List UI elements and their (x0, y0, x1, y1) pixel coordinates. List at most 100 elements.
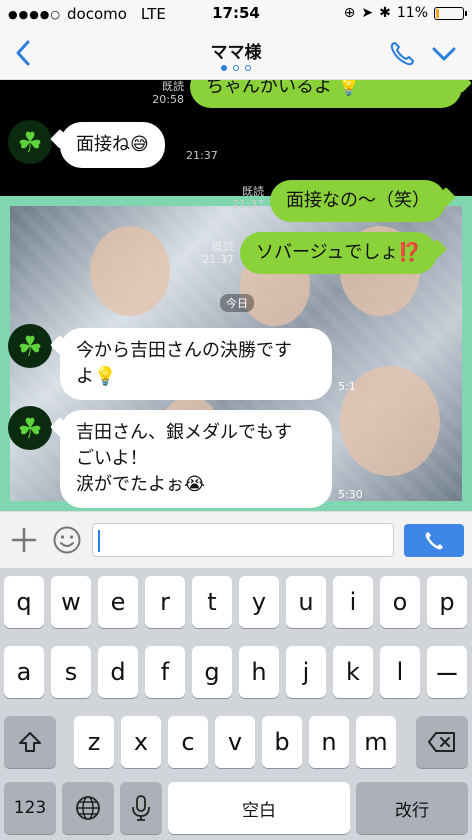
keyboard: qwertyuiop asdfghjklー zxcvbnm 123 空白 改行 (0, 568, 472, 840)
key-8[interactable]: l (380, 646, 420, 698)
lock-rotation-icon: ⊕ (343, 5, 356, 21)
message-meta: 既読 20:58 (140, 80, 184, 106)
chat-area[interactable]: ちゃんがいるよ 💡 既読 20:58 ☘ 面接ね😅 21:37 面接なの〜（笑）… (0, 80, 472, 511)
message-bubble-outgoing[interactable]: ちゃんがいるよ 💡 (190, 80, 462, 108)
key-1[interactable]: w (51, 576, 91, 628)
lightbulb-emoji: 💡 (94, 366, 117, 387)
phone-handset-icon (425, 531, 443, 549)
page-dot (221, 65, 227, 71)
battery-icon (434, 6, 467, 20)
message-text: 今から吉田さんの決勝です (76, 340, 292, 361)
key-5[interactable]: y (239, 576, 279, 628)
key-0[interactable]: z (74, 716, 114, 768)
clover-icon: ☘ (17, 411, 43, 445)
key-1[interactable]: x (121, 716, 161, 768)
key-2[interactable]: e (98, 576, 138, 628)
clover-icon: ☘ (17, 125, 43, 159)
key-4[interactable]: g (192, 646, 232, 698)
numbers-key[interactable]: 123 (4, 782, 56, 834)
page-dot (233, 65, 239, 71)
date-separator: 今日 (220, 294, 254, 312)
key-7[interactable]: k (333, 646, 373, 698)
chevron-down-icon[interactable] (430, 40, 458, 68)
phone-icon[interactable] (388, 40, 416, 68)
message-text: ソバージュでしょ (256, 242, 399, 263)
key-1[interactable]: s (51, 646, 91, 698)
message-bubble-outgoing[interactable]: ソバージュでしょ⁉️ (240, 232, 437, 274)
key-3[interactable]: v (215, 716, 255, 768)
key-0[interactable]: a (4, 646, 44, 698)
status-right: ⊕ ➤ ✱ 11% (343, 5, 467, 21)
key-6[interactable]: u (286, 576, 326, 628)
return-key[interactable]: 改行 (356, 782, 468, 834)
key-9[interactable]: ー (427, 646, 467, 698)
message-time: 20:58 (152, 93, 184, 106)
message-text: ちゃんがいるよ (206, 80, 332, 97)
message-text: 吉田さん、銀メダルでもす (76, 422, 292, 443)
dictation-key[interactable] (120, 782, 162, 834)
key-6[interactable]: j (286, 646, 326, 698)
message-input[interactable] (97, 524, 393, 556)
message-text: 面接ね (76, 134, 130, 155)
page-dot (245, 65, 251, 71)
message-text: ごいよ！ (76, 448, 148, 469)
space-key[interactable]: 空白 (168, 782, 350, 834)
key-5[interactable]: n (309, 716, 349, 768)
key-0[interactable]: q (4, 576, 44, 628)
globe-key[interactable] (62, 782, 114, 834)
lightbulb-emoji: 💡 (337, 80, 361, 97)
message-time: 21:37 (232, 198, 264, 211)
call-button[interactable] (404, 524, 464, 557)
backspace-icon (428, 732, 455, 752)
location-icon: ➤ (361, 5, 374, 21)
photo-face (90, 226, 170, 316)
key-9[interactable]: p (427, 576, 467, 628)
key-2[interactable]: c (168, 716, 208, 768)
key-5[interactable]: h (239, 646, 279, 698)
message-time: 5:1 (338, 380, 356, 393)
interrobang-emoji: ⁉️ (398, 242, 421, 263)
key-8[interactable]: o (380, 576, 420, 628)
read-receipt: 既読 (162, 80, 184, 93)
message-input-bar (0, 511, 472, 568)
message-time: 5:30 (338, 488, 363, 501)
globe-icon (76, 796, 100, 820)
plus-icon[interactable] (10, 526, 38, 554)
battery-level (436, 8, 439, 18)
message-bubble-incoming[interactable]: 面接ね😅 (60, 122, 165, 168)
avatar[interactable]: ☘ (8, 324, 52, 368)
avatar[interactable]: ☘ (8, 120, 52, 164)
key-7[interactable]: i (333, 576, 373, 628)
message-bubble-incoming[interactable]: 今から吉田さんの決勝です よ💡 (60, 328, 332, 400)
shift-key[interactable] (4, 716, 56, 768)
key-4[interactable]: t (192, 576, 232, 628)
crying-emoji: 😭 (184, 474, 206, 495)
avatar[interactable]: ☘ (8, 406, 52, 450)
key-3[interactable]: r (145, 576, 185, 628)
smiley-icon[interactable] (52, 525, 82, 555)
message-meta: 既読 21:37 (190, 240, 234, 266)
delete-key[interactable] (416, 716, 468, 768)
key-2[interactable]: d (98, 646, 138, 698)
read-receipt: 既読 (212, 240, 234, 253)
chat-header: ママ様 (0, 28, 472, 80)
message-bubble-outgoing[interactable]: 面接なの〜（笑） (270, 180, 446, 222)
message-bubble-incoming[interactable]: 吉田さん、銀メダルでもす ごいよ！ 涙がでたよぉ😭 (60, 410, 332, 508)
message-text: よ (76, 366, 94, 387)
bluetooth-icon: ✱ (379, 5, 391, 21)
read-receipt: 既読 (242, 185, 264, 198)
message-text: 涙がでたよぉ (76, 474, 184, 495)
message-time: 21:37 (202, 253, 234, 266)
clover-icon: ☘ (17, 329, 43, 363)
microphone-icon (132, 795, 150, 821)
battery-percent: 11% (396, 5, 428, 21)
text-caret (98, 530, 100, 552)
shift-icon (19, 732, 41, 752)
key-6[interactable]: m (356, 716, 396, 768)
key-3[interactable]: f (145, 646, 185, 698)
key-4[interactable]: b (262, 716, 302, 768)
message-time: 21:37 (186, 149, 218, 162)
status-bar: ●●●●○ docomo LTE 17:54 ⊕ ➤ ✱ 11% (0, 0, 472, 28)
message-field-container[interactable] (92, 523, 394, 557)
sweat-smile-emoji: 😅 (130, 134, 149, 155)
